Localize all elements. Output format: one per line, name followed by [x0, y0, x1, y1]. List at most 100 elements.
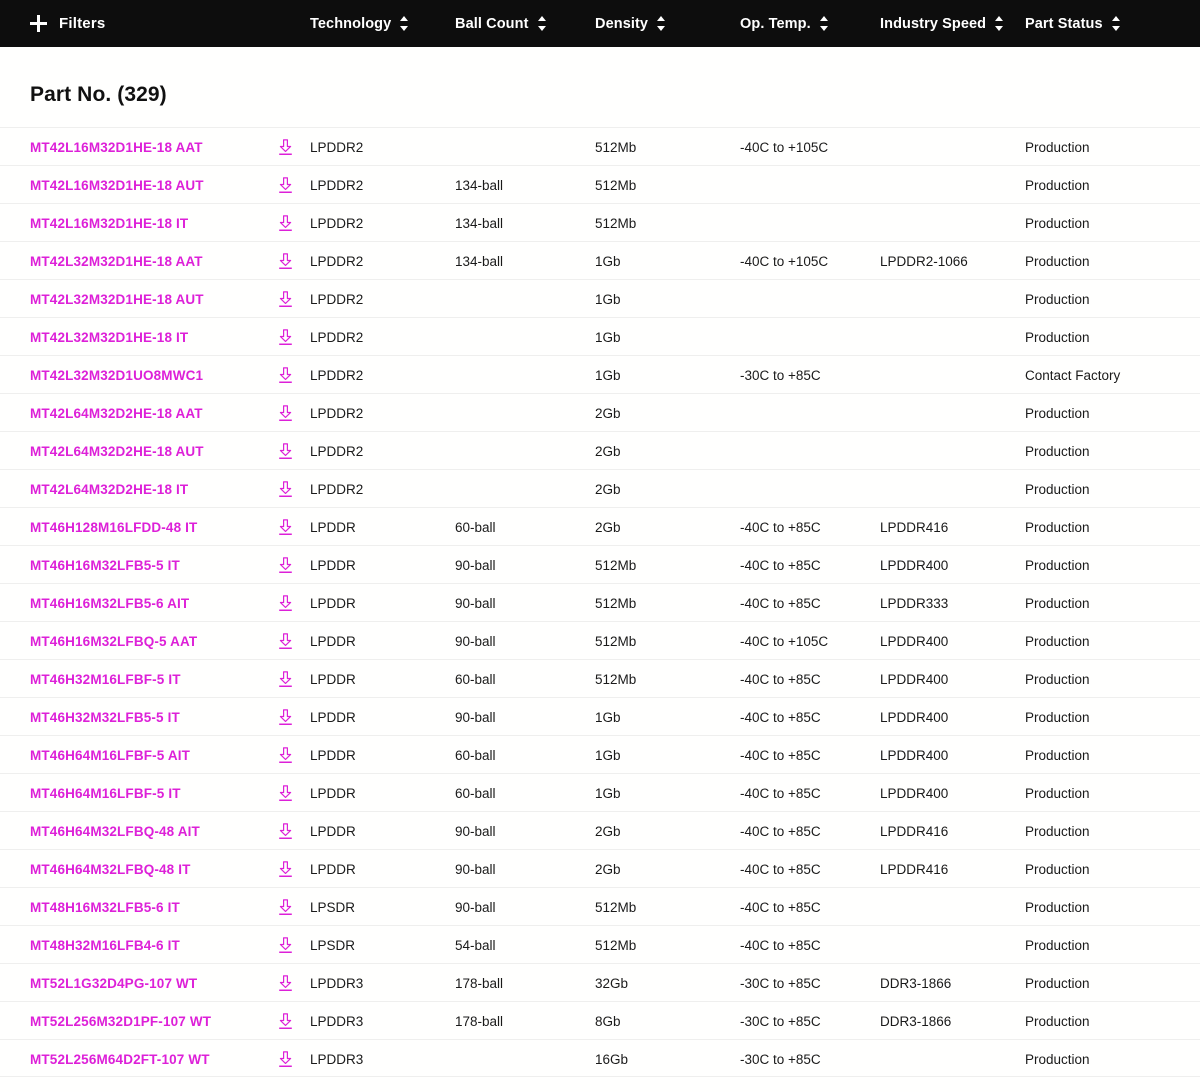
part-number-link[interactable]: MT46H64M32LFBQ-48 IT — [30, 862, 191, 877]
part-number-link[interactable]: MT42L32M32D1HE-18 AAT — [30, 254, 203, 269]
cell-industry-speed: LPDDR2-1066 — [880, 253, 968, 269]
cell-part-status: Production — [1025, 329, 1090, 345]
cell-density: 1Gb — [595, 367, 621, 383]
part-number-link[interactable]: MT46H32M16LFBF-5 IT — [30, 672, 181, 687]
part-number-link[interactable]: MT46H64M32LFBQ-48 AIT — [30, 824, 200, 839]
part-number-link[interactable]: MT46H32M32LFB5-5 IT — [30, 710, 180, 725]
download-icon — [278, 252, 293, 270]
table-row: MT42L64M32D2HE-18 IT LPDDR2 2Gb Production — [0, 469, 1200, 507]
cell-technology: LPDDR — [310, 519, 356, 535]
sort-updown-icon[interactable] — [657, 16, 666, 31]
cell-technology: LPDDR2 — [310, 367, 364, 383]
download-button[interactable] — [275, 432, 295, 470]
sort-updown-icon[interactable] — [1111, 16, 1121, 31]
cell-density: 512Mb — [595, 671, 637, 687]
part-number-link[interactable]: MT42L16M32D1HE-18 AAT — [30, 140, 203, 155]
download-button[interactable] — [275, 394, 295, 432]
cell-industry-speed: LPDDR333 — [880, 595, 949, 611]
part-number-link[interactable]: MT42L16M32D1HE-18 AUT — [30, 178, 204, 193]
part-number-link[interactable]: MT52L256M32D1PF-107 WT — [30, 1014, 211, 1029]
cell-ball-count: 134-ball — [455, 253, 504, 269]
download-icon — [278, 404, 293, 422]
cell-op-temp — [740, 204, 875, 242]
cell-ball-count: 90-ball — [455, 861, 496, 877]
cell-ball-count: 90-ball — [455, 899, 496, 915]
download-button[interactable] — [275, 622, 295, 660]
download-button[interactable] — [275, 1040, 295, 1078]
cell-part-status: Production — [1025, 215, 1090, 231]
part-number-link[interactable]: MT42L32M32D1UO8MWC1 — [30, 368, 203, 383]
column-header-op-temp[interactable]: Op. Temp. — [740, 0, 829, 47]
download-button[interactable] — [275, 774, 295, 812]
download-button[interactable] — [275, 470, 295, 508]
column-header-technology[interactable]: Technology — [310, 0, 409, 47]
column-header-industry-speed[interactable]: Industry Speed — [880, 0, 1004, 47]
part-number-link[interactable]: MT42L64M32D2HE-18 IT — [30, 482, 188, 497]
download-icon — [278, 746, 293, 764]
part-number-link[interactable]: MT46H128M16LFDD-48 IT — [30, 520, 197, 535]
download-button[interactable] — [275, 736, 295, 774]
download-button[interactable] — [275, 166, 295, 204]
cell-part-number: MT46H128M16LFDD-48 IT — [30, 508, 266, 546]
cell-density: 1Gb — [595, 329, 621, 345]
download-icon — [278, 936, 293, 954]
cell-part-number: MT46H64M16LFBF-5 AIT — [30, 736, 266, 774]
download-button[interactable] — [275, 926, 295, 964]
download-button[interactable] — [275, 508, 295, 546]
cell-op-temp: -40C to +85C — [740, 785, 821, 801]
cell-op-temp — [740, 432, 875, 470]
download-button[interactable] — [275, 1002, 295, 1040]
cell-op-temp — [740, 166, 875, 204]
cell-ball-count — [455, 280, 590, 318]
cell-op-temp: -40C to +105C — [740, 253, 829, 269]
part-number-link[interactable]: MT42L64M32D2HE-18 AAT — [30, 406, 203, 421]
part-number-link[interactable]: MT42L16M32D1HE-18 IT — [30, 216, 188, 231]
sort-updown-icon[interactable] — [819, 16, 829, 31]
part-number-link[interactable]: MT42L32M32D1HE-18 IT — [30, 330, 188, 345]
part-number-link[interactable]: MT46H16M32LFB5-5 IT — [30, 558, 180, 573]
cell-density: 2Gb — [595, 519, 621, 535]
download-button[interactable] — [275, 280, 295, 318]
download-button[interactable] — [275, 584, 295, 622]
download-button[interactable] — [275, 546, 295, 584]
table-row: MT46H16M32LFB5-6 AIT LPDDR 90-ball 512Mb -40… — [0, 583, 1200, 621]
download-button[interactable] — [275, 128, 295, 166]
sort-updown-icon[interactable] — [400, 16, 409, 31]
part-number-link[interactable]: MT46H64M16LFBF-5 IT — [30, 786, 181, 801]
download-icon — [278, 974, 293, 992]
cell-part-status: Production — [1025, 937, 1090, 953]
part-number-link[interactable]: MT48H32M16LFB4-6 IT — [30, 938, 180, 953]
part-number-link[interactable]: MT46H64M16LFBF-5 AIT — [30, 748, 190, 763]
column-header-part-status[interactable]: Part Status — [1025, 0, 1121, 47]
download-button[interactable] — [275, 888, 295, 926]
download-button[interactable] — [275, 356, 295, 394]
sort-updown-icon[interactable] — [995, 16, 1004, 31]
column-header-ball-count[interactable]: Ball Count — [455, 0, 547, 47]
download-button[interactable] — [275, 242, 295, 280]
cell-ball-count — [455, 394, 590, 432]
part-number-link[interactable]: MT42L32M32D1HE-18 AUT — [30, 292, 204, 307]
table-row: MT42L32M32D1UO8MWC1 LPDDR2 1Gb -30C to +85C… — [0, 355, 1200, 393]
table-row: MT42L16M32D1HE-18 AUT LPDDR2 134-ball 512Mb… — [0, 165, 1200, 203]
download-button[interactable] — [275, 850, 295, 888]
cell-technology: LPDDR2 — [310, 405, 364, 421]
download-icon — [278, 442, 293, 460]
part-number-link[interactable]: MT48H16M32LFB5-6 IT — [30, 900, 180, 915]
download-button[interactable] — [275, 660, 295, 698]
download-button[interactable] — [275, 812, 295, 850]
download-button[interactable] — [275, 204, 295, 242]
column-header-density[interactable]: Density — [595, 0, 666, 47]
cell-density: 512Mb — [595, 215, 637, 231]
download-button[interactable] — [275, 318, 295, 356]
part-number-link[interactable]: MT52L256M64D2FT-107 WT — [30, 1052, 210, 1067]
part-number-link[interactable]: MT42L64M32D2HE-18 AUT — [30, 444, 204, 459]
filters-button[interactable]: Filters — [30, 0, 105, 47]
column-header-label: Density — [595, 15, 649, 32]
download-button[interactable] — [275, 964, 295, 1002]
cell-op-temp: -40C to +105C — [740, 633, 829, 649]
download-button[interactable] — [275, 698, 295, 736]
part-number-link[interactable]: MT52L1G32D4PG-107 WT — [30, 976, 197, 991]
sort-updown-icon[interactable] — [537, 16, 547, 31]
part-number-link[interactable]: MT46H16M32LFB5-6 AIT — [30, 596, 189, 611]
part-number-link[interactable]: MT46H16M32LFBQ-5 AAT — [30, 634, 197, 649]
